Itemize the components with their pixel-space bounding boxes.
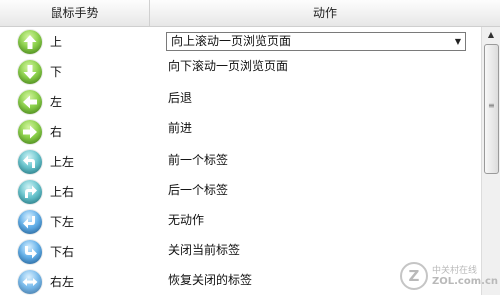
gesture-row-right[interactable]: 右 前进 [0, 117, 482, 147]
gesture-column-header[interactable]: 鼠标手势 [0, 0, 150, 26]
zol-logo-icon: Z [400, 262, 428, 290]
gesture-row-down-left[interactable]: 下左 无动作 [0, 207, 482, 237]
gesture-label: 下左 [50, 215, 75, 229]
action-select[interactable]: 向上滚动一页浏览页面 ▼ [166, 32, 466, 51]
arrow-up-right-icon [18, 180, 42, 204]
watermark-cn: 中关村在线 [432, 266, 478, 276]
gesture-label: 右 [50, 125, 63, 139]
action-text[interactable]: 关闭当前标签 [168, 235, 240, 265]
action-select-value: 向上滚动一页浏览页面 [171, 34, 292, 48]
scrollbar-thumb[interactable]: ≡ [484, 44, 499, 174]
arrow-down-icon [18, 60, 42, 84]
gesture-label: 上左 [50, 155, 75, 169]
gesture-list: 上 向上滚动一页浏览页面 ▼ 下 向下滚动一页浏览页面 左 后退 右 前进 上左… [0, 27, 482, 295]
arrow-down-left-icon [18, 210, 42, 234]
arrow-right-left-icon [18, 270, 42, 294]
action-column-header[interactable]: 动作 [150, 0, 500, 26]
arrow-up-left-icon [18, 150, 42, 174]
action-text[interactable]: 无动作 [168, 205, 204, 235]
action-text[interactable]: 向下滚动一页浏览页面 [168, 51, 288, 81]
table-header: 鼠标手势 动作 [0, 0, 500, 27]
chevron-down-icon[interactable]: ▼ [455, 33, 461, 50]
arrow-down-right-icon [18, 240, 42, 264]
action-text[interactable]: 恢复关闭的标签 [168, 265, 252, 295]
gesture-label: 下 [50, 65, 63, 79]
gesture-label: 右左 [50, 275, 75, 289]
action-text[interactable]: 后一个标签 [168, 175, 228, 205]
gesture-label: 下右 [50, 245, 75, 259]
watermark-en: ZOL.com.cn [432, 276, 498, 287]
gesture-row-left[interactable]: 左 后退 [0, 87, 482, 117]
gesture-label: 上 [50, 35, 63, 49]
gesture-row-up-left[interactable]: 上左 前一个标签 [0, 147, 482, 177]
vertical-scrollbar[interactable]: ▲ ≡ [481, 27, 500, 295]
action-text[interactable]: 前进 [168, 113, 192, 143]
arrow-up-icon [18, 30, 42, 54]
gesture-row-up-right[interactable]: 上右 后一个标签 [0, 177, 482, 207]
gesture-label: 左 [50, 95, 63, 109]
grip-icon: ≡ [488, 101, 495, 110]
arrow-left-icon [18, 90, 42, 114]
arrow-right-icon [18, 120, 42, 144]
action-text[interactable]: 后退 [168, 83, 192, 113]
action-text[interactable]: 前一个标签 [168, 145, 228, 175]
gesture-row-down[interactable]: 下 向下滚动一页浏览页面 [0, 57, 482, 87]
scroll-up-arrow-icon[interactable]: ▲ [482, 27, 500, 43]
gesture-label: 上右 [50, 185, 75, 199]
zol-watermark: Z 中关村在线 ZOL.com.cn [400, 262, 498, 292]
